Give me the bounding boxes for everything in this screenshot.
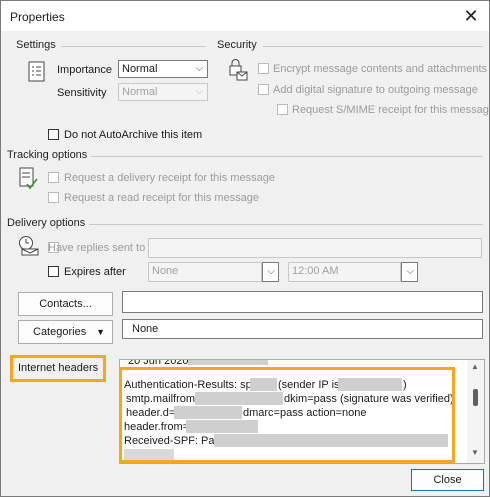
- title-bar: Properties ✕: [1, 1, 489, 31]
- expires-date-value: None: [152, 265, 179, 277]
- replies-label: Have replies sent to: [48, 242, 146, 254]
- read-receipt-label: Request a read receipt for this message: [64, 192, 260, 204]
- tracking-divider: [91, 156, 483, 157]
- security-divider: [263, 46, 483, 47]
- read-receipt-checkbox[interactable]: [48, 192, 59, 203]
- sensitivity-label: Sensitivity: [57, 87, 107, 99]
- signature-label: Add digital signature to outgoing messag…: [273, 84, 478, 96]
- chevron-down-icon: ⌵: [195, 86, 203, 97]
- importance-select[interactable]: Normal ⌵: [118, 60, 208, 78]
- expires-checkbox[interactable]: [48, 266, 59, 277]
- tracking-icon: [19, 167, 39, 194]
- importance-label: Importance: [57, 64, 113, 76]
- redaction: [188, 360, 268, 365]
- chevron-down-icon: ⌵: [406, 266, 414, 277]
- sensitivity-value: Normal: [122, 86, 158, 98]
- delivery-icon: [17, 235, 41, 260]
- contacts-field[interactable]: [122, 291, 483, 313]
- sensitivity-select[interactable]: Normal ⌵: [118, 83, 208, 101]
- close-button-label: Close: [433, 474, 462, 486]
- expires-date-field[interactable]: None: [148, 262, 262, 282]
- security-section-label: Security: [217, 39, 257, 51]
- contacts-button-label: Contacts...: [39, 298, 92, 310]
- delivery-receipt-label: Request a delivery receipt for this mess…: [64, 172, 275, 184]
- chevron-down-icon: ⌵: [267, 266, 275, 277]
- close-button[interactable]: Close: [411, 469, 484, 491]
- encrypt-label: Encrypt message contents and attachments: [273, 63, 488, 75]
- autoarchive-label: Do not AutoArchive this item: [64, 129, 203, 141]
- expires-label: Expires after: [64, 266, 126, 278]
- properties-dialog: Properties ✕ Settings Importance Normal …: [0, 0, 490, 497]
- header-line: 20 Jun 2020: [128, 359, 189, 367]
- close-icon[interactable]: ✕: [461, 6, 481, 26]
- properties-icon: [28, 61, 46, 86]
- tracking-section-label: Tracking options: [7, 149, 88, 161]
- expires-time-dropdown[interactable]: ⌵: [401, 262, 418, 282]
- categories-field[interactable]: None: [122, 319, 483, 339]
- expires-time-value: 12:00 AM: [292, 265, 339, 277]
- smime-label: Request S/MIME receipt for this message: [292, 104, 490, 116]
- scrollbar[interactable]: ▲ ▼: [467, 360, 484, 463]
- replies-field[interactable]: [148, 238, 482, 258]
- delivery-receipt-checkbox[interactable]: [48, 172, 59, 183]
- contacts-button[interactable]: Contacts...: [18, 292, 113, 316]
- autoarchive-checkbox[interactable]: [48, 129, 59, 140]
- delivery-section-label: Delivery options: [7, 217, 86, 229]
- expires-time-field[interactable]: 12:00 AM: [288, 262, 401, 282]
- categories-button-label: Categories: [33, 326, 87, 338]
- categories-value: None: [132, 323, 159, 335]
- caret-down-icon: ▼: [96, 327, 105, 337]
- categories-button[interactable]: Categories ▼: [18, 320, 113, 344]
- lock-envelope-icon: [227, 58, 249, 85]
- scroll-up-icon[interactable]: ▲: [471, 362, 479, 371]
- signature-checkbox[interactable]: [258, 84, 269, 95]
- importance-value: Normal: [122, 63, 158, 75]
- settings-divider: [61, 46, 206, 47]
- window-title: Properties: [10, 10, 65, 24]
- delivery-divider: [89, 224, 483, 225]
- scroll-down-icon[interactable]: ▼: [471, 448, 479, 457]
- encrypt-checkbox[interactable]: [258, 63, 269, 74]
- internet-headers-label: Internet headers: [18, 362, 99, 374]
- expires-date-dropdown[interactable]: ⌵: [262, 262, 279, 282]
- settings-section-label: Settings: [16, 39, 56, 51]
- headers-highlight: [119, 367, 455, 463]
- scrollbar-thumb[interactable]: [473, 389, 478, 406]
- smime-checkbox[interactable]: [277, 104, 288, 115]
- chevron-down-icon: ⌵: [195, 63, 203, 74]
